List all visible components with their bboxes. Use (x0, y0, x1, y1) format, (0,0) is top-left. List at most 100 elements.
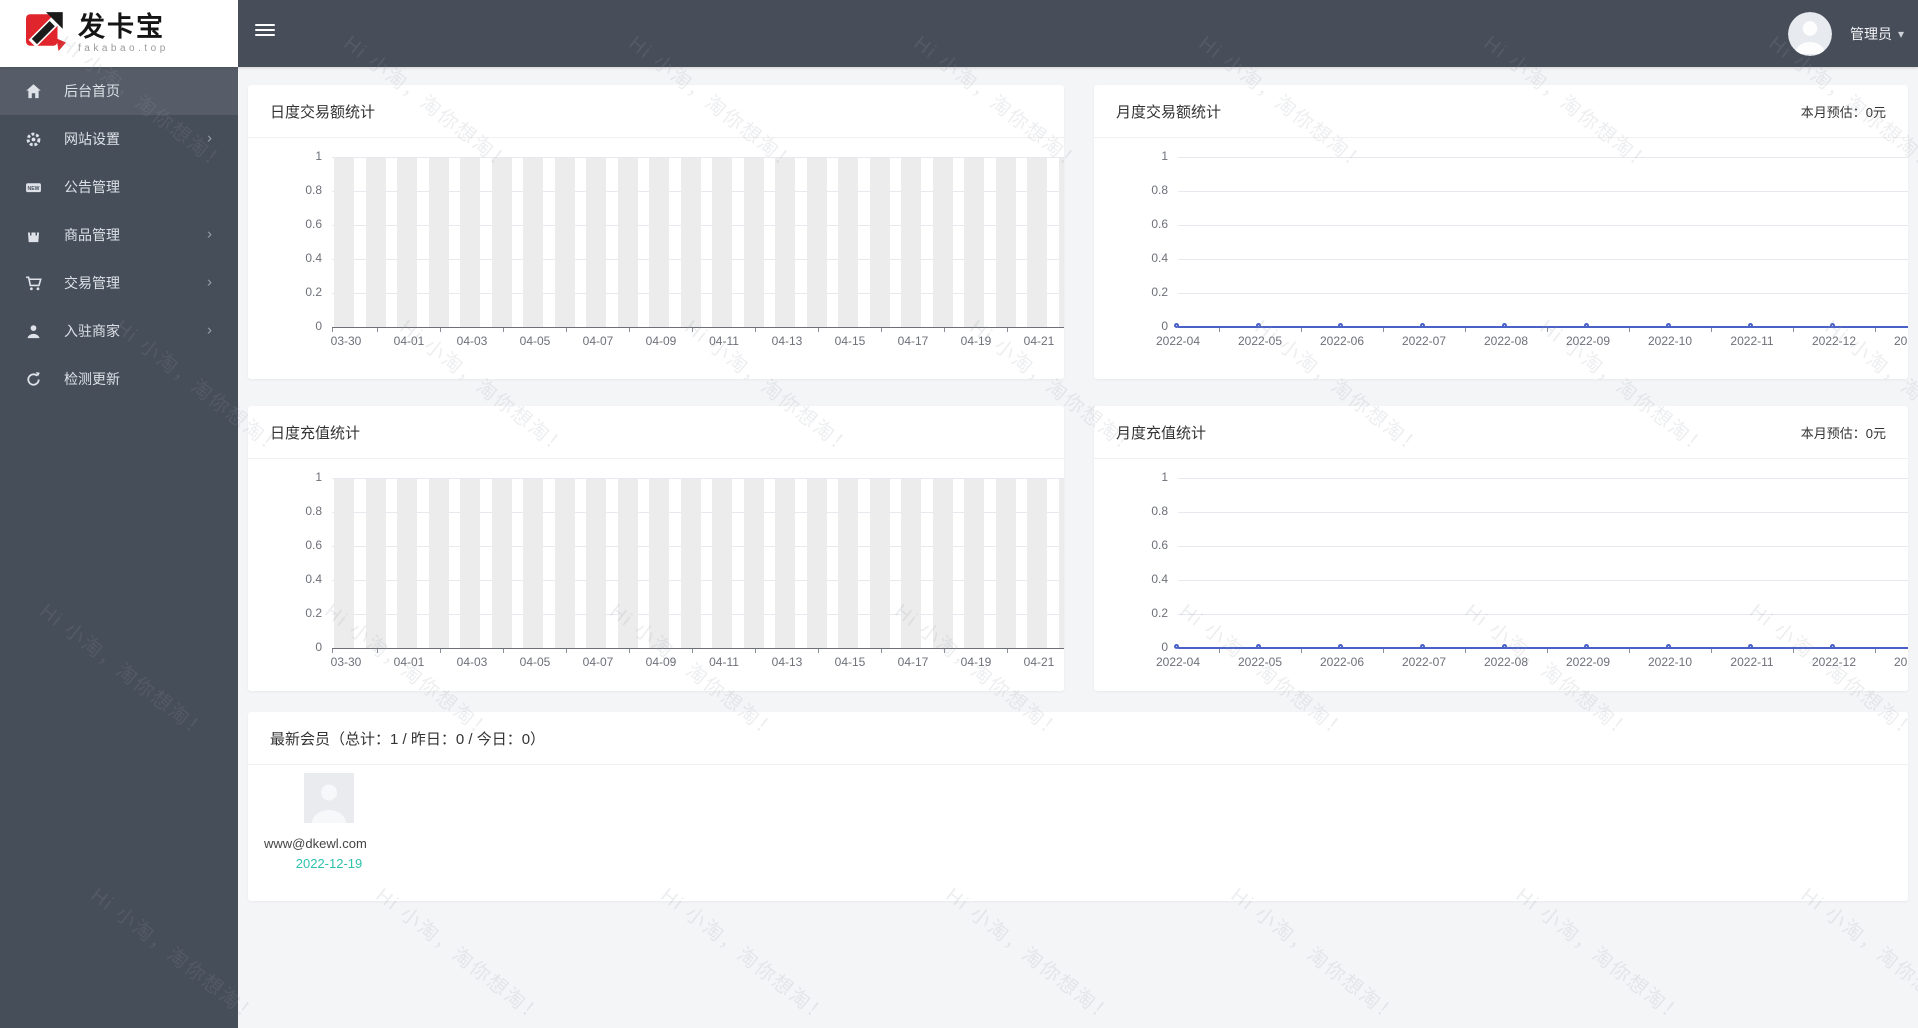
bar-background (1058, 479, 1064, 648)
bar-background (712, 158, 732, 327)
axis-tick (1547, 649, 1548, 653)
x-axis-label: 2022-11 (1730, 655, 1774, 669)
y-axis-label: 0.6 (305, 217, 322, 231)
axis-tick (1383, 649, 1384, 653)
y-axis-label: 0.4 (1151, 251, 1168, 265)
x-axis-label: 04-05 (519, 334, 551, 348)
y-axis-label: 0.8 (1151, 504, 1168, 518)
x-axis-label: 2022-11 (1730, 334, 1774, 348)
sidebar-item-merchants[interactable]: 入驻商家 (0, 307, 238, 355)
sidebar-item-products[interactable]: 商品管理 (0, 211, 238, 259)
x-axis-label: 2022-08 (1483, 334, 1529, 348)
x-axis-label: 04-13 (771, 655, 803, 669)
grid-line (1178, 580, 1908, 581)
data-point-marker (1255, 322, 1261, 328)
sidebar-item-transactions[interactable]: 交易管理 (0, 259, 238, 307)
bar-background (869, 479, 890, 648)
bar-background (1027, 158, 1047, 327)
data-point-marker (1829, 322, 1835, 328)
x-axis-label: 2022-10 (1647, 334, 1693, 348)
bar-background (1058, 158, 1064, 327)
bar-background (365, 158, 386, 327)
axis-tick (692, 328, 693, 332)
bar-background (901, 158, 921, 327)
bar-background (743, 479, 764, 648)
bar-background (995, 158, 1016, 327)
data-point-marker (1173, 322, 1179, 328)
axis-tick (332, 649, 333, 653)
bar-background (334, 479, 354, 648)
x-axis-label: 04-19 (960, 655, 992, 669)
grid-line (1178, 293, 1908, 294)
grid-line (1178, 157, 1908, 158)
line-series (1178, 326, 1908, 328)
x-axis-label: 03-30 (330, 334, 362, 348)
sidebar-item-announcements[interactable]: NEW 公告管理 (0, 163, 238, 211)
bar-background (869, 158, 890, 327)
sidebar-item-label: 后台首页 (64, 83, 120, 99)
bar-background (586, 158, 606, 327)
bar-background (932, 158, 953, 327)
data-point-marker (1337, 322, 1343, 328)
y-axis-label: 0 (1161, 640, 1168, 654)
x-axis-label: 04-15 (834, 655, 866, 669)
y-axis-label: 0.2 (1151, 606, 1168, 620)
user-menu[interactable]: 管理员 (1787, 0, 1904, 67)
y-axis-label: 0 (1161, 319, 1168, 333)
bar-background (901, 479, 921, 648)
axis-tick (1711, 328, 1712, 332)
bar-background (397, 479, 417, 648)
sidebar-item-check-update[interactable]: 检测更新 (0, 355, 238, 403)
bar-background (397, 158, 417, 327)
card-title: 月度交易额统计 (1116, 103, 1222, 121)
y-axis-label: 0.8 (1151, 183, 1168, 197)
axis-tick (1711, 649, 1712, 653)
data-point-marker (1419, 643, 1425, 649)
data-point-marker (1829, 643, 1835, 649)
axis-tick (881, 649, 882, 653)
sidebar-item-dashboard[interactable]: 后台首页 (0, 67, 238, 115)
bar-background (365, 479, 386, 648)
data-point-marker (1665, 322, 1671, 328)
x-axis-label: 2022-09 (1565, 655, 1611, 669)
data-point-marker (1747, 643, 1753, 649)
grid-line (1178, 546, 1908, 547)
daily-trade-chart: 0 0.2 0.4 0.6 0.8 1 03-30 04-01 04-03 04-05 04-07 0… (248, 138, 1064, 379)
x-axis-label: 04-17 (897, 334, 929, 348)
announcement-icon: NEW (25, 179, 42, 196)
gear-icon (25, 131, 42, 148)
y-axis-label: 0.4 (1151, 572, 1168, 586)
x-axis-label: 2022-05 (1237, 655, 1283, 669)
bar-background (523, 479, 543, 648)
svg-text:NEW: NEW (28, 186, 40, 192)
sidebar-item-site-settings[interactable]: 网站设置 (0, 115, 238, 163)
data-point-marker (1501, 643, 1507, 649)
bar-background (712, 479, 732, 648)
x-axis-label: 04-07 (582, 655, 614, 669)
axis-tick (1875, 328, 1876, 332)
data-point-marker (1583, 643, 1589, 649)
bar-background (554, 479, 575, 648)
y-axis-label: 1 (315, 149, 322, 163)
card-title: 月度充值统计 (1116, 424, 1207, 442)
members-title: 最新会员（总计：1 / 昨日：0 / 今日：0） (270, 730, 546, 748)
y-axis-label: 0.6 (1151, 538, 1168, 552)
bar-background (586, 479, 606, 648)
grid-line (1178, 259, 1908, 260)
bar-background (964, 158, 984, 327)
shopping-bag-icon (25, 227, 42, 244)
brand-logo[interactable]: 发卡宝 fakabao.top (0, 0, 238, 67)
cart-icon (25, 275, 42, 292)
x-axis-line (332, 648, 1064, 649)
grid-line (1178, 614, 1908, 615)
bar-background (775, 479, 795, 648)
axis-tick (377, 328, 378, 332)
bar-background (523, 158, 543, 327)
x-axis-label: 2022-06 (1319, 334, 1365, 348)
caret-down-icon (1892, 25, 1904, 43)
x-axis-label: 2022-04 (1155, 334, 1201, 348)
y-axis-label: 0.6 (1151, 217, 1168, 231)
x-axis-label: 04-11 (709, 334, 739, 348)
card-title: 日度充值统计 (270, 424, 361, 442)
hamburger-menu-icon[interactable] (255, 24, 275, 40)
